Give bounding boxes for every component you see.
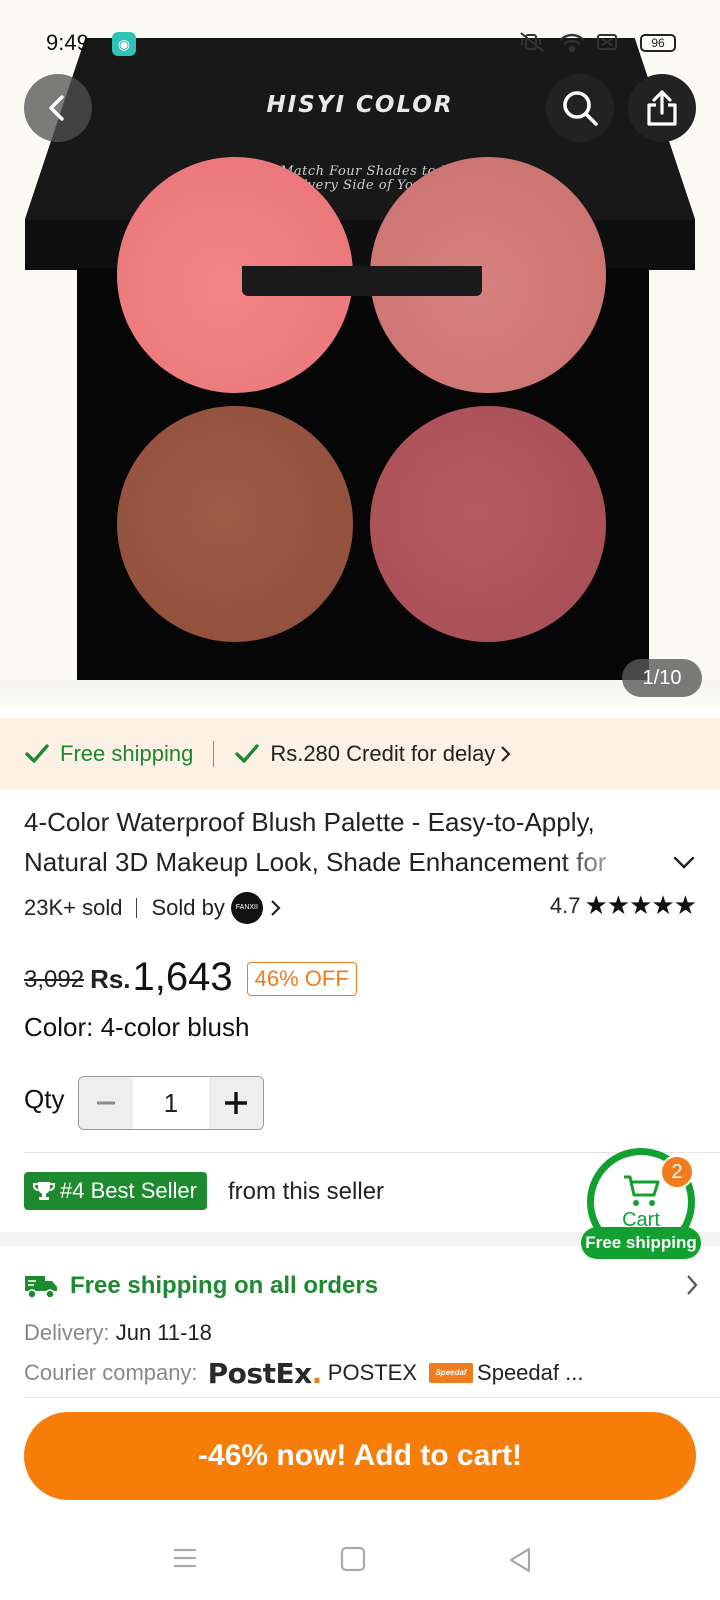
check-icon — [25, 744, 49, 763]
chevron-right-icon — [501, 746, 511, 762]
cart-free-shipping-pill: Free shipping — [581, 1227, 701, 1259]
add-to-cart-button[interactable]: -46% now! Add to cart! — [24, 1412, 696, 1500]
discount-badge: 46% OFF — [246, 962, 357, 996]
rating-value: 4.7 — [549, 892, 581, 918]
current-price: 1,643 — [132, 955, 233, 999]
seller-logo: FANXII — [230, 892, 263, 924]
hero-shadow — [0, 680, 720, 705]
sold-by-label: Sold by — [151, 895, 225, 920]
trophy-icon — [33, 1182, 55, 1200]
courier-row: Courier company: PostEx. POSTEX Speedaf … — [24, 1356, 584, 1390]
free-shipping-label: Free shipping — [60, 741, 194, 766]
shipping-strip[interactable]: Free shipping Rs.280 Credit for delay — [0, 718, 720, 790]
quantity-stepper: 1 — [78, 1076, 264, 1130]
tagline-line-2: Every Side of You — [297, 178, 423, 193]
chevron-right-icon — [687, 1275, 698, 1295]
chevron-down-icon[interactable] — [670, 848, 698, 876]
chevron-right-icon — [271, 900, 281, 916]
meta-separator — [136, 898, 138, 918]
sold-by-link[interactable]: Sold by FANXII — [151, 892, 284, 924]
search-button[interactable] — [546, 74, 614, 142]
blush-pan-berry — [370, 406, 606, 642]
search-icon — [563, 91, 598, 126]
color-selection-label[interactable]: Color: 4-color blush — [24, 1012, 249, 1043]
star-icons: ★★★★★ — [584, 890, 697, 920]
system-nav-bar — [0, 1520, 720, 1600]
vibrate-icon — [520, 32, 544, 52]
status-time: 9:49 — [46, 30, 89, 55]
title-fade — [560, 844, 660, 884]
back-button[interactable] — [24, 74, 92, 142]
postex-logo: PostEx. — [207, 1356, 323, 1390]
free-shipping-all-label: Free shipping on all orders — [70, 1272, 379, 1299]
divider — [24, 1397, 720, 1398]
rating[interactable]: 4.7 ★★★★★ — [549, 890, 697, 921]
back-nav-icon[interactable] — [507, 1546, 533, 1574]
speedaf-logo: Speedaf — [429, 1363, 474, 1383]
share-icon — [647, 90, 677, 126]
palette-notch — [242, 266, 482, 296]
battery-icon: 96 — [640, 34, 676, 52]
wifi-icon — [559, 33, 585, 53]
currency-symbol: Rs. — [90, 964, 131, 994]
check-icon — [235, 744, 260, 763]
home-icon[interactable] — [340, 1546, 366, 1572]
delay-credit-label: Rs.280 Credit for delay — [270, 741, 496, 766]
plus-icon — [225, 1092, 247, 1114]
image-counter: 1/10 — [622, 659, 702, 697]
delivery-value: Jun 11-18 — [115, 1320, 212, 1345]
palette-tagline: Mix and Match Four Shades to Enhance Eve… — [0, 165, 720, 193]
postex-name: POSTEX — [327, 1360, 418, 1385]
product-meta-row: 23K+ sold Sold by FANXII 4.7 ★★★★★ — [24, 890, 697, 926]
courier-key: Courier company: — [24, 1360, 198, 1385]
strip-divider — [213, 741, 215, 767]
best-seller-badge[interactable]: #4 Best Seller — [24, 1172, 207, 1210]
sim-icon — [597, 34, 617, 50]
minus-icon — [97, 1101, 115, 1105]
delivery-key: Delivery: — [24, 1320, 110, 1345]
qty-label: Qty — [24, 1084, 65, 1114]
speedaf-name: Speedaf ... — [477, 1360, 584, 1385]
chevron-left-icon — [49, 95, 64, 121]
qty-value[interactable]: 1 — [133, 1077, 209, 1129]
sold-count: 23K+ sold — [24, 895, 123, 920]
qty-decrease-button[interactable] — [79, 1077, 133, 1129]
best-seller-text: #4 Best Seller — [60, 1178, 197, 1203]
share-button[interactable] — [628, 74, 696, 142]
delivery-estimate: Delivery: Jun 11-18 — [24, 1320, 212, 1346]
original-price: 3,092 — [24, 966, 85, 993]
tagline-line-1: Mix and Match Four Shades to Enhance — [218, 164, 502, 179]
truck-icon — [25, 1276, 57, 1299]
cart-icon — [624, 1175, 660, 1206]
qty-increase-button[interactable] — [209, 1077, 263, 1129]
price-row: 3,092 Rs. 1,643 46% OFF — [24, 944, 357, 1000]
blush-pan-brown — [117, 406, 353, 642]
menu-icon[interactable] — [172, 1546, 198, 1570]
free-shipping-row[interactable]: Free shipping on all orders — [24, 1266, 700, 1306]
notification-app-icon: ◉ — [112, 32, 136, 56]
cart-count-badge: 2 — [660, 1155, 694, 1189]
best-seller-suffix: from this seller — [228, 1178, 385, 1205]
